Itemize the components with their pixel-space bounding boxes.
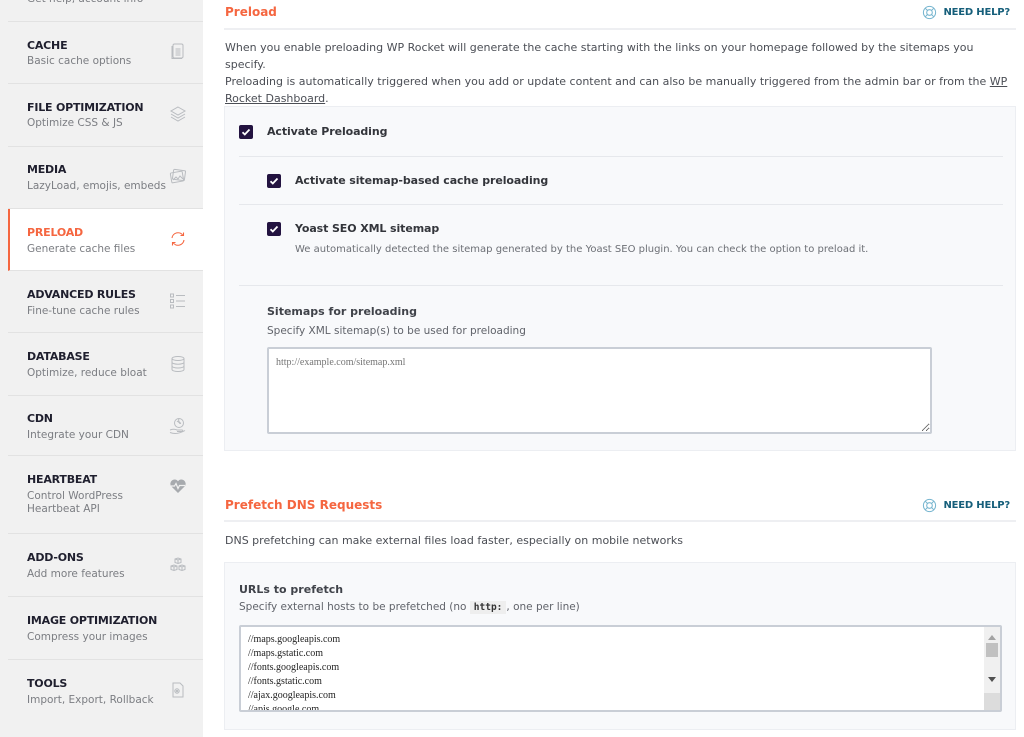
sidebar-item-sub: Optimize CSS & JS [27, 117, 123, 129]
preload-description-line2: Preloading is automatically triggered wh… [225, 73, 1015, 90]
wp-rocket-dashboard-link[interactable]: Rocket Dashboard [225, 92, 325, 105]
images-icon [169, 167, 187, 185]
wp-rocket-dashboard-link-part1[interactable]: WP [990, 75, 1008, 88]
preload-description: When you enable preloading WP Rocket wil… [225, 39, 1015, 107]
sidebar-item-heartbeat[interactable]: HEARTBEAT Control WordPress Heartbeat AP… [8, 457, 203, 534]
sidebar-item-advanced-rules[interactable]: ADVANCED RULES Fine-tune cache rules [8, 271, 203, 333]
sidebar-item-sub: Heartbeat API [27, 503, 100, 515]
checkmark-icon [269, 225, 279, 233]
sidebar-item-title: CDN [27, 412, 53, 425]
heartbeat-icon [169, 477, 187, 495]
lifebuoy-icon [923, 498, 937, 513]
resize-corner[interactable] [984, 693, 1000, 710]
preload-description-text: Preloading is automatically triggered wh… [225, 75, 990, 88]
activate-preloading-label[interactable]: Activate Preloading [267, 125, 387, 138]
prefetch-section-header: Prefetch DNS Requests NEED HELP? [224, 492, 1016, 522]
sidebar-item-title: HEARTBEAT [27, 473, 97, 486]
sitemaps-textarea[interactable] [267, 347, 932, 434]
yoast-sitemap-description: We automatically detected the sitemap ge… [295, 244, 869, 255]
urls-field-label: URLs to prefetch [239, 583, 344, 596]
sidebar-item-media[interactable]: MEDIA LazyLoad, emojis, embeds [8, 148, 203, 209]
sidebar-item-dashboard-sub: Get help, account info [27, 0, 143, 5]
need-help-label: NEED HELP? [943, 7, 1010, 18]
urls-help-code: http: [469, 601, 507, 614]
sidebar-item-title: ADD-ONS [27, 551, 84, 564]
sidebar-item-title: FILE OPTIMIZATION [27, 101, 144, 114]
sidebar-item-database[interactable]: DATABASE Optimize, reduce bloat [8, 334, 203, 396]
activate-preloading-checkbox[interactable] [239, 125, 253, 139]
sidebar-item-title: MEDIA [27, 163, 67, 176]
sidebar-item-title: CACHE [27, 39, 68, 52]
preload-description-line1: When you enable preloading WP Rocket wil… [225, 41, 974, 71]
sidebar-item-sub: Fine-tune cache rules [27, 305, 140, 317]
sidebar-item-title: IMAGE OPTIMIZATION [27, 614, 158, 627]
preload-description-line3: Rocket Dashboard. [225, 90, 1015, 107]
sidebar-item-sub: Optimize, reduce bloat [27, 367, 147, 379]
sidebar-item-cache[interactable]: CACHE Basic cache options [8, 22, 203, 84]
checklist-icon [169, 292, 187, 310]
urls-help-text: Specify external hosts to be prefetched … [239, 601, 470, 613]
sidebar-item-sub: Control WordPress [27, 490, 123, 502]
prefetch-description: DNS prefetching can make external files … [225, 534, 683, 547]
sidebar-item-sub: LazyLoad, emojis, embeds [27, 180, 166, 192]
scroll-up-icon[interactable] [988, 635, 996, 640]
scroll-down-icon[interactable] [988, 677, 996, 682]
preload-options-panel: Activate Preloading Activate sitemap-bas… [224, 106, 1016, 451]
divider [239, 204, 1003, 205]
checkmark-icon [269, 177, 279, 185]
scrollbar-thumb[interactable] [986, 643, 998, 657]
sitemaps-field-label: Sitemaps for preloading [267, 305, 418, 318]
yoast-sitemap-checkbox[interactable] [267, 222, 281, 236]
sidebar-item-file-optimization[interactable]: FILE OPTIMIZATION Optimize CSS & JS [8, 85, 203, 147]
sidebar-item-tools[interactable]: TOOLS Import, Export, Rollback [8, 660, 203, 722]
sidebar-item-add-ons[interactable]: ADD-ONS Add more features [8, 535, 203, 597]
sidebar-item-preload[interactable]: PRELOAD Generate cache files [8, 209, 203, 271]
divider [239, 285, 1003, 286]
checkmark-icon [241, 128, 251, 136]
document-icon [169, 42, 187, 60]
prefetch-need-help-link[interactable]: NEED HELP? [922, 498, 1010, 513]
globe-hand-icon [169, 417, 187, 435]
sidebar-item-sub: Integrate your CDN [27, 429, 129, 441]
sitemap-preloading-label[interactable]: Activate sitemap-based cache preloading [295, 174, 548, 187]
layers-icon [169, 105, 187, 123]
prefetch-options-panel: URLs to prefetch Specify external hosts … [224, 562, 1016, 730]
divider [239, 156, 1003, 157]
urls-field-help: Specify external hosts to be prefetched … [239, 601, 580, 614]
textarea-scrollbar[interactable] [984, 627, 1000, 710]
sidebar-item-title: TOOLS [27, 677, 68, 690]
yoast-sitemap-label[interactable]: Yoast SEO XML sitemap [295, 222, 439, 235]
preload-description-end: . [325, 92, 329, 105]
refresh-icon [169, 230, 187, 248]
sidebar-nav: Get help, account info CACHE Basic cache… [0, 0, 203, 737]
file-gear-icon [169, 681, 187, 699]
sitemap-preloading-checkbox[interactable] [267, 174, 281, 188]
sidebar-item-cdn[interactable]: CDN Integrate your CDN [8, 396, 203, 456]
sidebar-item-sub: Import, Export, Rollback [27, 694, 154, 706]
sidebar-item-sub: Generate cache files [27, 243, 136, 255]
database-icon [169, 355, 187, 373]
cubes-icon [169, 557, 187, 575]
preload-section-title: Preload [225, 5, 277, 19]
sitemaps-field-help: Specify XML sitemap(s) to be used for pr… [267, 325, 526, 337]
prefetch-section-title: Prefetch DNS Requests [225, 498, 383, 512]
sidebar-item-image-optimization[interactable]: IMAGE OPTIMIZATION Compress your images [8, 597, 203, 660]
lifebuoy-icon [923, 5, 937, 20]
sidebar-item-sub: Compress your images [27, 631, 148, 643]
sidebar-item-title: PRELOAD [27, 226, 83, 239]
preload-need-help-link[interactable]: NEED HELP? [922, 5, 1010, 20]
preload-section-header: Preload NEED HELP? [224, 0, 1016, 30]
prefetch-urls-textarea[interactable]: //maps.googleapis.com //maps.gstatic.com… [239, 625, 1002, 712]
sidebar-item-sub: Add more features [27, 568, 125, 580]
urls-help-text: , one per line) [506, 601, 580, 613]
sidebar-item-title: ADVANCED RULES [27, 288, 136, 301]
need-help-label: NEED HELP? [943, 500, 1010, 511]
sidebar-item-sub: Basic cache options [27, 55, 132, 67]
sidebar-item-title: DATABASE [27, 350, 90, 363]
